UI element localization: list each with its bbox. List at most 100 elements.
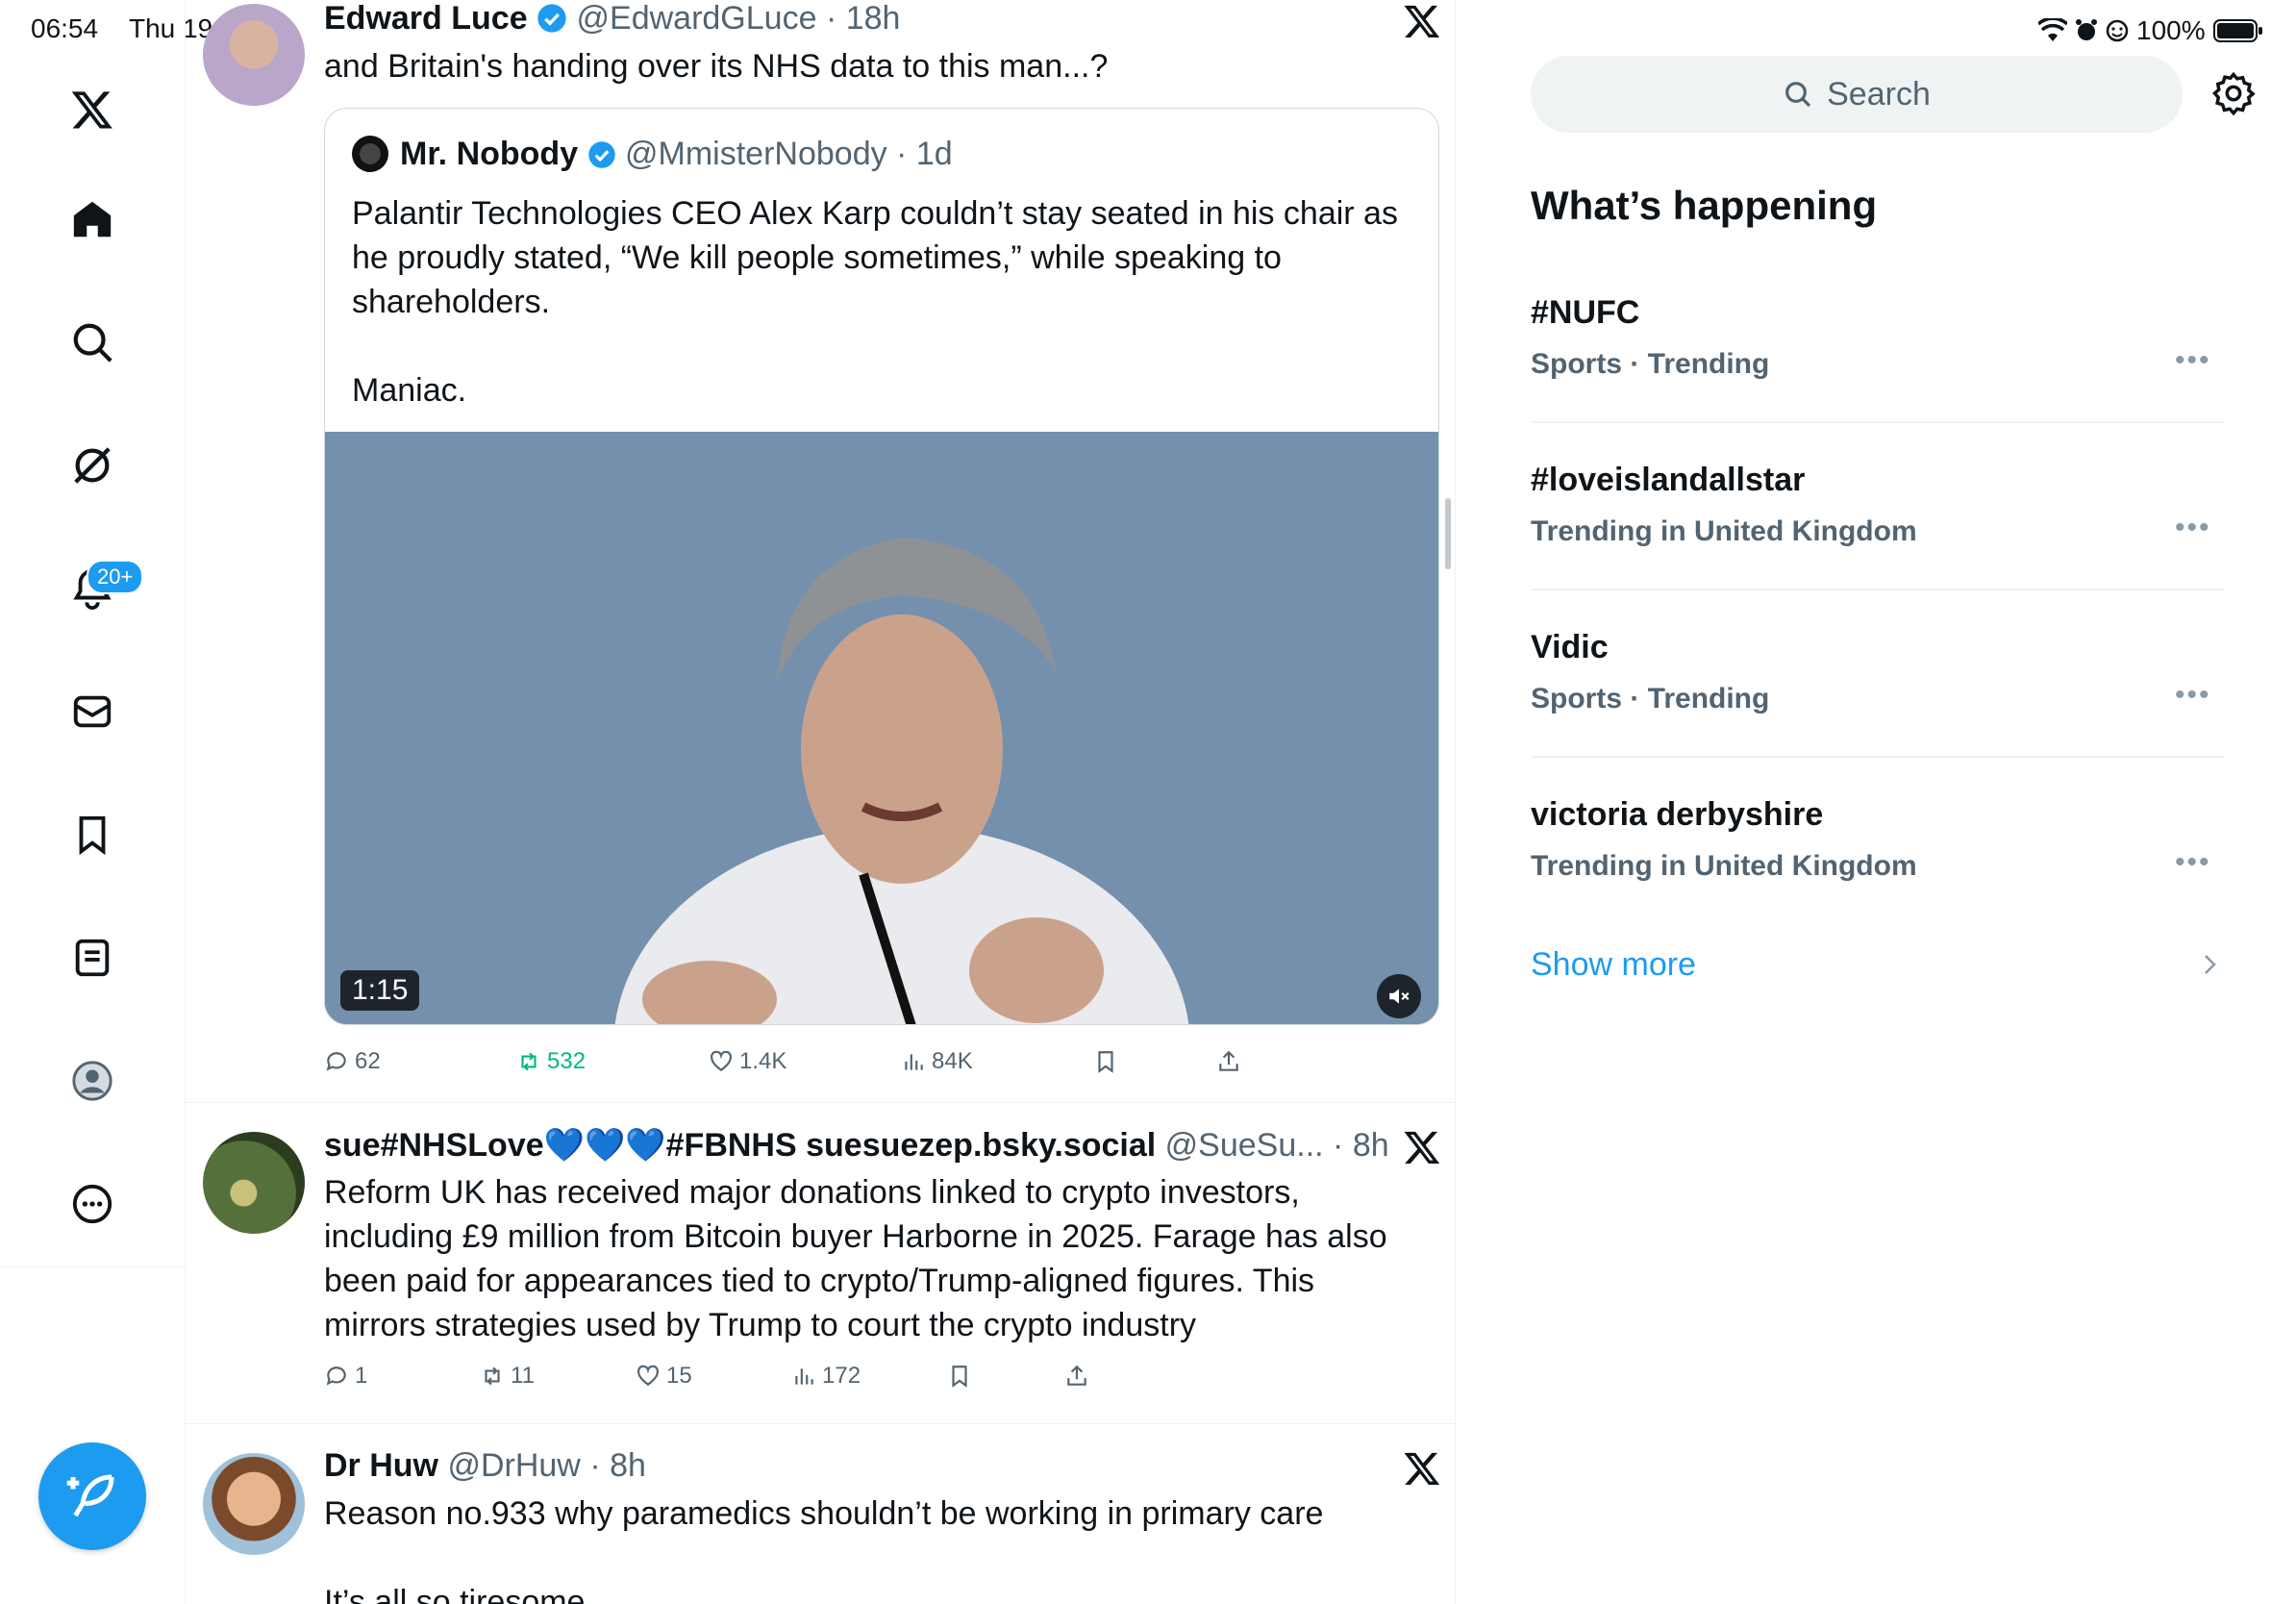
tweet[interactable]: Dr Huw @DrHuw · 8h Reason no.933 why par… bbox=[186, 1424, 1457, 1604]
trend-more-icon[interactable]: ••• bbox=[2175, 679, 2211, 712]
trend-title[interactable]: #loveislandallstar bbox=[1531, 462, 1805, 499]
trend-title[interactable]: #NUFC bbox=[1531, 294, 1639, 332]
share-button[interactable] bbox=[1064, 1364, 1089, 1389]
quote-author-avatar bbox=[352, 136, 388, 172]
heart-icon bbox=[637, 1365, 659, 1386]
retweet-icon bbox=[485, 1366, 500, 1386]
trend-more-icon[interactable]: ••• bbox=[2175, 846, 2211, 879]
tweet-header: Edward Luce @EdwardGLuce · 18h bbox=[324, 0, 901, 37]
speaker-muted-icon bbox=[1389, 989, 1410, 1004]
video-frame bbox=[325, 432, 1438, 1024]
author-name[interactable]: Dr Huw bbox=[324, 1447, 438, 1484]
show-more-link[interactable]: Show more bbox=[1531, 946, 1696, 984]
like-count: 15 bbox=[666, 1363, 692, 1389]
tweet-text-line: been paid for appearances tied to crypto… bbox=[324, 1263, 1315, 1299]
compose-feather-icon bbox=[66, 1474, 114, 1517]
verified-badge-icon bbox=[537, 4, 566, 33]
trend-title[interactable]: victoria derbyshire bbox=[1531, 796, 1823, 834]
bookmarks-icon[interactable] bbox=[63, 806, 121, 864]
author-handle[interactable]: @EdwardGLuce bbox=[577, 0, 817, 37]
quote-text-line: Palantir Technologies CEO Alex Karp coul… bbox=[352, 195, 1398, 232]
author-avatar[interactable] bbox=[203, 4, 305, 106]
tweet-text-line: Reason no.933 why paramedics shouldn’t b… bbox=[324, 1495, 1324, 1532]
quote-text-line: Maniac. bbox=[352, 372, 467, 409]
reply-icon bbox=[326, 1052, 346, 1071]
author-name[interactable]: sue#NHSLove💙💙💙#FBNHS suesuezep.bsky.soci… bbox=[324, 1127, 1156, 1164]
share-button[interactable] bbox=[1216, 1049, 1241, 1074]
profile-avatar-icon[interactable] bbox=[63, 1052, 121, 1110]
home-icon[interactable] bbox=[63, 190, 121, 248]
quote-text-line: shareholders. bbox=[352, 284, 551, 320]
trend-divider bbox=[1531, 421, 2225, 423]
retweet-icon bbox=[521, 1052, 537, 1071]
verified-badge-icon bbox=[587, 141, 615, 168]
x-logo-icon[interactable] bbox=[63, 81, 121, 138]
bookmark-button[interactable] bbox=[1093, 1049, 1216, 1074]
reply-button[interactable]: 62 bbox=[324, 1048, 516, 1075]
quote-author-handle: @MmisterNobody bbox=[625, 136, 887, 172]
author-handle[interactable]: @DrHuw bbox=[447, 1447, 580, 1484]
retweet-button[interactable]: 11 bbox=[480, 1363, 636, 1390]
analytics-icon bbox=[905, 1054, 923, 1070]
grok-icon[interactable] bbox=[63, 437, 121, 494]
battery-percent: 100% bbox=[2136, 15, 2206, 45]
compose-post-button[interactable] bbox=[38, 1442, 146, 1550]
tweet-header: Dr Huw @DrHuw · 8h bbox=[324, 1447, 646, 1484]
tweet-text-line: mirrors strategies used by Trump to cour… bbox=[324, 1307, 1197, 1343]
author-handle[interactable]: @SueSu... bbox=[1165, 1127, 1324, 1164]
reply-icon bbox=[326, 1366, 346, 1386]
author-name[interactable]: Edward Luce bbox=[324, 0, 528, 37]
more-options-icon[interactable] bbox=[63, 1175, 121, 1233]
chevron-right-icon bbox=[2205, 955, 2216, 974]
analytics-icon bbox=[795, 1368, 813, 1385]
quote-author-name: Mr. Nobody bbox=[400, 136, 579, 172]
tweet-header: sue#NHSLove💙💙💙#FBNHS suesuezep.bsky.soci… bbox=[324, 1127, 1389, 1164]
author-avatar[interactable] bbox=[203, 1132, 305, 1234]
tweet[interactable]: Edward Luce @EdwardGLuce · 18h and Brita… bbox=[186, 0, 1457, 1100]
tweet-text-line: It’s all so tiresome bbox=[324, 1584, 586, 1604]
scrollbar[interactable] bbox=[1445, 498, 1451, 569]
tweet[interactable]: sue#NHSLove💙💙💙#FBNHS suesuezep.bsky.soci… bbox=[186, 1103, 1457, 1422]
quote-time: 1d bbox=[915, 136, 953, 172]
author-avatar[interactable] bbox=[203, 1453, 305, 1555]
tweet-actions: 62 532 1.4K 84K bbox=[324, 1048, 1241, 1075]
search-bar[interactable]: Search bbox=[1531, 56, 2183, 133]
trend-meta: Sports · Trending bbox=[1531, 348, 1770, 380]
trend-more-icon[interactable]: ••• bbox=[2175, 512, 2211, 544]
tweet-time[interactable]: 8h bbox=[610, 1447, 646, 1484]
views-button[interactable]: 84K bbox=[901, 1048, 1093, 1075]
tweet-time[interactable]: 8h bbox=[1353, 1127, 1389, 1164]
trend-meta: Trending in United Kingdom bbox=[1531, 515, 1917, 547]
messages-icon[interactable] bbox=[63, 683, 121, 740]
trend-title[interactable]: Vidic bbox=[1531, 629, 1609, 666]
views-button[interactable]: 172 bbox=[791, 1363, 947, 1390]
search-icon[interactable] bbox=[63, 313, 121, 371]
trend-meta: Sports · Trending bbox=[1531, 683, 1770, 714]
retweet-count: 532 bbox=[547, 1048, 586, 1074]
quote-text: Palantir Technologies CEO Alex Karp coul… bbox=[352, 191, 1398, 413]
tweet-text: Reason no.933 why paramedics shouldn’t b… bbox=[324, 1491, 1323, 1604]
bookmark-icon bbox=[1098, 1051, 1113, 1073]
focus-icon bbox=[2106, 19, 2129, 42]
tweet-time[interactable]: 18h bbox=[846, 0, 901, 37]
retweet-count: 11 bbox=[511, 1363, 535, 1389]
mute-button[interactable] bbox=[1377, 974, 1421, 1018]
video-player[interactable]: 1:15 bbox=[325, 432, 1438, 1024]
settings-button[interactable] bbox=[2211, 71, 2256, 120]
retweet-button[interactable]: 532 bbox=[516, 1048, 709, 1075]
lists-icon[interactable] bbox=[63, 929, 121, 987]
video-duration: 1:15 bbox=[340, 970, 420, 1011]
reply-count: 62 bbox=[355, 1048, 381, 1074]
search-icon bbox=[1785, 82, 1811, 108]
like-button[interactable]: 15 bbox=[636, 1363, 791, 1390]
quoted-tweet[interactable]: Mr. Nobody @MmisterNobody · 1d Palantir … bbox=[324, 108, 1439, 1025]
view-count: 84K bbox=[932, 1048, 973, 1074]
bookmark-button[interactable] bbox=[947, 1364, 1064, 1389]
trend-more-icon[interactable]: ••• bbox=[2175, 344, 2211, 377]
tweet-text-line: Reform UK has received major donations l… bbox=[324, 1174, 1300, 1211]
trend-divider bbox=[1531, 589, 2225, 590]
like-button[interactable]: 1.4K bbox=[709, 1048, 901, 1075]
reply-count: 1 bbox=[355, 1363, 368, 1389]
reply-button[interactable]: 1 bbox=[324, 1363, 480, 1390]
gear-icon bbox=[2212, 71, 2256, 116]
